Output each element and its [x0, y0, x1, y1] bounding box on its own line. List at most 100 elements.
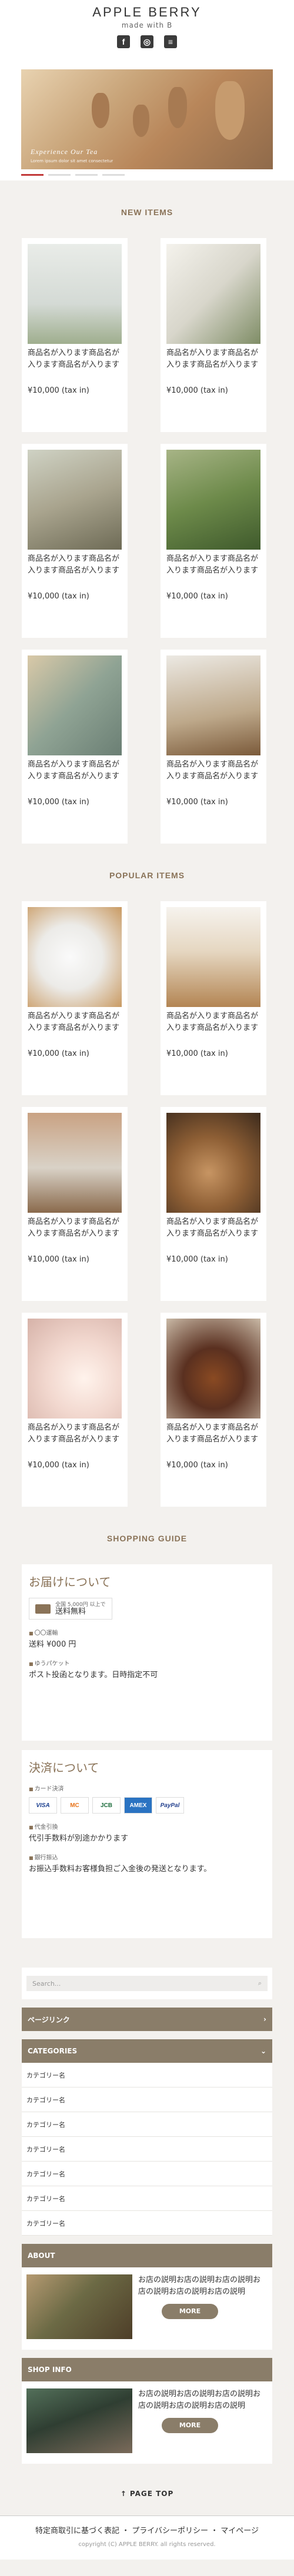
product-image[interactable]	[28, 907, 122, 1007]
blog-icon[interactable]: ≡	[164, 35, 177, 48]
product-card[interactable]: 商品名が入ります商品名が入ります商品名が入ります ¥10,000 (tax in…	[22, 901, 128, 1095]
product-price: ¥10,000 (tax in)	[166, 1255, 228, 1264]
truck-icon	[35, 1604, 51, 1614]
product-price: ¥10,000 (tax in)	[166, 386, 228, 395]
category-item[interactable]: カテゴリー名	[22, 2087, 272, 2112]
payment-method-text: 代引手数料が別途かかります	[29, 1834, 129, 1843]
hero-image[interactable]: Experience Our Tea Lorem ipsum dolor sit…	[21, 69, 273, 169]
card-brands: VISA MC JCB AMEX PayPal	[29, 1797, 265, 1814]
product-name[interactable]: 商品名が入ります商品名が入ります商品名が入ります	[166, 1422, 260, 1446]
product-image[interactable]	[28, 450, 122, 550]
product-price: ¥10,000 (tax in)	[28, 592, 89, 601]
product-price: ¥10,000 (tax in)	[166, 1049, 228, 1058]
product-price: ¥10,000 (tax in)	[28, 798, 89, 807]
product-card[interactable]: 商品名が入ります商品名が入ります商品名が入ります ¥10,000 (tax in…	[22, 444, 128, 638]
product-card[interactable]: 商品名が入ります商品名が入ります商品名が入ります ¥10,000 (tax in…	[161, 444, 266, 638]
section-title-guide: SHOPPING GUIDE	[106, 1534, 188, 1543]
product-image[interactable]	[28, 1319, 122, 1419]
section-title-new: NEW ITEMS	[121, 208, 173, 217]
product-name[interactable]: 商品名が入ります商品名が入ります商品名が入ります	[166, 553, 260, 577]
shop-image	[26, 2388, 132, 2453]
slider-dot[interactable]	[48, 174, 71, 176]
product-image[interactable]	[166, 450, 260, 550]
about-text: お店の説明お店の説明お店の説明お店の説明お店の説明お店の説明	[138, 2276, 261, 2296]
product-name[interactable]: 商品名が入ります商品名が入ります商品名が入ります	[166, 759, 260, 782]
paypal-icon: PayPal	[156, 1797, 184, 1814]
product-name[interactable]: 商品名が入ります商品名が入ります商品名が入ります	[166, 1216, 260, 1240]
sidebar: Search... ⌕ ページリンク › CATEGORIES ⌄ カテゴリー名…	[22, 1968, 272, 2464]
page-top-link[interactable]: ↑ PAGE TOP	[0, 2464, 294, 2515]
product-image[interactable]	[28, 655, 122, 755]
category-item[interactable]: カテゴリー名	[22, 2063, 272, 2087]
hero-slider: Experience Our Tea Lorem ipsum dolor sit…	[0, 63, 294, 180]
visa-icon: VISA	[29, 1797, 57, 1814]
product-name[interactable]: 商品名が入ります商品名が入ります商品名が入ります	[28, 1422, 122, 1446]
product-card[interactable]: 商品名が入ります商品名が入ります商品名が入ります ¥10,000 (tax in…	[161, 901, 266, 1095]
shipping-method-text: ポスト投函となります。日時指定不可	[29, 1671, 158, 1680]
about-title: ABOUT	[28, 2252, 55, 2260]
categories-toggle[interactable]: CATEGORIES ⌄	[22, 2039, 272, 2063]
shop-info-title: SHOP INFO	[28, 2366, 72, 2374]
social-links: f ◎ ≡	[0, 35, 294, 48]
free-shipping-label: 送料無料	[55, 1607, 86, 1616]
shopping-guide: お届けについて 全国 5,000円 以上で送料無料 〇〇運輸 送料 ¥000 円…	[22, 1564, 272, 1938]
amex-icon: AMEX	[124, 1797, 152, 1814]
shop-info-text: お店の説明お店の説明お店の説明お店の説明お店の説明お店の説明	[138, 2390, 261, 2410]
payment-method-head: 銀行振込	[29, 1852, 265, 1861]
product-name[interactable]: 商品名が入ります商品名が入ります商品名が入ります	[28, 1216, 122, 1240]
product-image[interactable]	[166, 1113, 260, 1213]
category-item[interactable]: カテゴリー名	[22, 2162, 272, 2186]
instagram-icon[interactable]: ◎	[141, 35, 153, 48]
product-price: ¥10,000 (tax in)	[28, 386, 89, 395]
shop-info-block: お店の説明お店の説明お店の説明お店の説明お店の説明お店の説明 MORE	[22, 2381, 272, 2464]
product-card[interactable]: 商品名が入ります商品名が入ります商品名が入ります ¥10,000 (tax in…	[22, 1107, 128, 1301]
site-logo[interactable]: APPLE BERRY	[0, 5, 294, 20]
product-card[interactable]: 商品名が入ります商品名が入ります商品名が入ります ¥10,000 (tax in…	[161, 1313, 266, 1507]
product-image[interactable]	[166, 907, 260, 1007]
shipping-method-text: 送料 ¥000 円	[29, 1640, 76, 1649]
category-item[interactable]: カテゴリー名	[22, 2211, 272, 2236]
product-card[interactable]: 商品名が入ります商品名が入ります商品名が入ります ¥10,000 (tax in…	[161, 650, 266, 844]
product-image[interactable]	[166, 244, 260, 344]
pagelink-toggle[interactable]: ページリンク ›	[22, 2008, 272, 2031]
product-name[interactable]: 商品名が入ります商品名が入ります商品名が入ります	[28, 759, 122, 782]
product-card[interactable]: 商品名が入ります商品名が入ります商品名が入ります ¥10,000 (tax in…	[22, 238, 128, 432]
category-item[interactable]: カテゴリー名	[22, 2112, 272, 2137]
slider-dot[interactable]	[75, 174, 98, 176]
delivery-box: お届けについて 全国 5,000円 以上で送料無料 〇〇運輸 送料 ¥000 円…	[22, 1564, 272, 1741]
search-input[interactable]: Search... ⌕	[26, 1976, 268, 1991]
search-icon[interactable]: ⌕	[258, 1979, 262, 1988]
delivery-title: お届けについて	[29, 1576, 111, 1589]
chevron-right-icon: ›	[263, 2015, 266, 2023]
footer-links[interactable]: 特定商取引に基づく表記 ・ プライバシーポリシー ・ マイページ	[0, 2524, 294, 2535]
product-name[interactable]: 商品名が入ります商品名が入ります商品名が入ります	[28, 553, 122, 577]
product-card[interactable]: 商品名が入ります商品名が入ります商品名が入ります ¥10,000 (tax in…	[22, 1313, 128, 1507]
about-block: お店の説明お店の説明お店の説明お店の説明お店の説明お店の説明 MORE	[22, 2267, 272, 2350]
product-card[interactable]: 商品名が入ります商品名が入ります商品名が入ります ¥10,000 (tax in…	[161, 238, 266, 432]
shop-more-button[interactable]: MORE	[162, 2418, 218, 2433]
site-header: APPLE BERRY made with B f ◎ ≡	[0, 0, 294, 63]
category-item[interactable]: カテゴリー名	[22, 2137, 272, 2162]
product-image[interactable]	[28, 1113, 122, 1213]
facebook-icon[interactable]: f	[117, 35, 130, 48]
hero-subcaption: Lorem ipsum dolor sit amet consectetur	[31, 159, 113, 163]
payment-title: 決済について	[29, 1762, 99, 1775]
payment-method-head: 代金引換	[29, 1822, 265, 1831]
slider-dot[interactable]	[102, 174, 125, 176]
shipping-method-head: ゆうパケット	[29, 1658, 265, 1667]
product-card[interactable]: 商品名が入ります商品名が入ります商品名が入ります ¥10,000 (tax in…	[161, 1107, 266, 1301]
product-name[interactable]: 商品名が入ります商品名が入ります商品名が入ります	[28, 1011, 122, 1034]
about-more-button[interactable]: MORE	[162, 2304, 218, 2319]
product-name[interactable]: 商品名が入ります商品名が入ります商品名が入ります	[28, 347, 122, 371]
product-image[interactable]	[166, 655, 260, 755]
product-card[interactable]: 商品名が入ります商品名が入ります商品名が入ります ¥10,000 (tax in…	[22, 650, 128, 844]
product-name[interactable]: 商品名が入ります商品名が入ります商品名が入ります	[166, 1011, 260, 1034]
category-item[interactable]: カテゴリー名	[22, 2186, 272, 2211]
site-footer: 特定商取引に基づく表記 ・ プライバシーポリシー ・ マイページ copyrig…	[0, 2515, 294, 2560]
jcb-icon: JCB	[92, 1797, 121, 1814]
product-name[interactable]: 商品名が入ります商品名が入ります商品名が入ります	[166, 347, 260, 371]
slider-dot[interactable]	[21, 174, 44, 176]
product-image[interactable]	[28, 244, 122, 344]
site-tagline: made with B	[121, 21, 173, 29]
product-image[interactable]	[166, 1319, 260, 1419]
